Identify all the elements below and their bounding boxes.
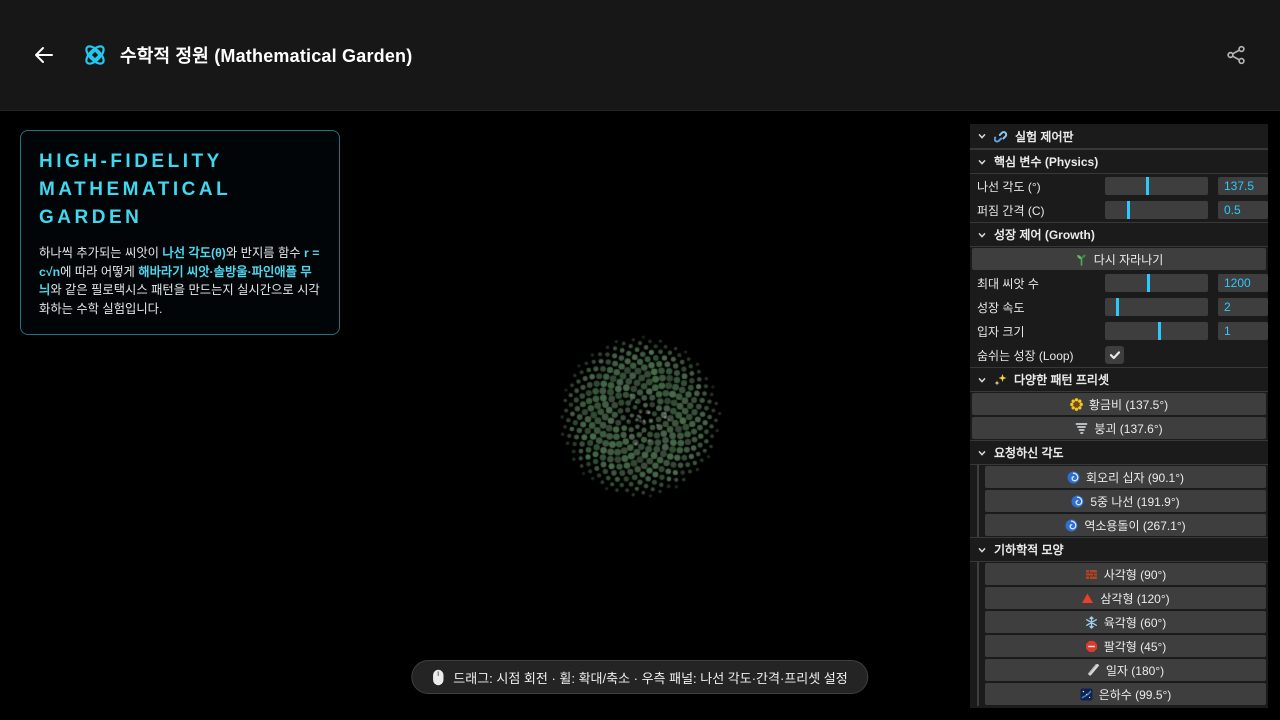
folder-growth-title: 성장 제어 (Growth) [994,226,1095,243]
brick-icon [1085,568,1098,581]
panel-root-header[interactable]: 실험 제어판 [970,124,1268,149]
sunflower-icon [1070,398,1083,411]
folder-requested-title: 요청하신 각도 [994,444,1064,461]
shape-octagon-button[interactable]: 팔각형 (45°) [985,635,1266,657]
spread-row: 퍼짐 간격 (C) 0.5 [970,198,1268,222]
growth-speed-slider[interactable] [1105,298,1208,316]
cyclone-icon [1067,471,1080,484]
folder-physics-header[interactable]: 핵심 변수 (Physics) [970,149,1268,174]
sparkles-icon [994,373,1007,386]
info-card-title: HIGH-FIDELITY MATHEMATICAL GARDEN [39,148,321,232]
growth-speed-label: 성장 속도 [977,299,1105,316]
page-title: 수학적 정원 (Mathematical Garden) [120,42,412,68]
max-seeds-row: 최대 씨앗 수 1200 [970,271,1268,295]
folder-shapes-header[interactable]: 기하학적 모양 [970,537,1268,562]
app-header: 수학적 정원 (Mathematical Garden) [0,0,1280,111]
mouse-icon [432,669,444,686]
spread-slider[interactable] [1105,201,1208,219]
spiral-angle-slider[interactable] [1105,177,1208,195]
loop-checkbox[interactable] [1105,346,1124,364]
chevron-down-icon [977,230,987,240]
preset-collapse-button[interactable]: 붕괴 (137.6°) [972,417,1266,439]
cyclone-icon [1071,495,1084,508]
chevron-down-icon [977,157,987,167]
folder-requested: 요청하신 각도 회오리 십자 (90.1°) 5중 나선 (191.9°) [970,440,1268,537]
hint-text: 드래그: 시점 회전 · 휠: 확대/축소 · 우측 패널: 나선 각도·간격·… [453,668,847,687]
folder-shapes: 기하학적 모양 사각형 (90°) 삼각형 (120°) [970,537,1268,706]
tornado-icon [1075,422,1088,435]
shape-square-button[interactable]: 사각형 (90°) [985,563,1266,585]
loop-label: 숨쉬는 성장 (Loop) [977,347,1105,364]
arrow-left-icon [32,43,56,67]
folder-presets: 다양한 패턴 프리셋 황금비 (137.5°) 붕괴 (137.6°) [970,367,1268,440]
folder-presets-title: 다양한 패턴 프리셋 [1014,371,1109,388]
particle-size-label: 입자 크기 [977,323,1105,340]
shape-galaxy-button[interactable]: 은하수 (99.5°) [985,683,1266,705]
angle-whirl-cross-button[interactable]: 회오리 십자 (90.1°) [985,466,1266,488]
chevron-down-icon [977,448,987,458]
preset-golden-button[interactable]: 황금비 (137.5°) [972,393,1266,415]
max-seeds-label: 최대 씨앗 수 [977,275,1105,292]
growth-speed-row: 성장 속도 2 [970,295,1268,319]
folder-requested-header[interactable]: 요청하신 각도 [970,440,1268,465]
spiral-angle-value[interactable]: 137.5 [1218,177,1268,195]
info-card-description: 하나씩 추가되는 씨앗이 나선 각도(θ)와 반지름 함수 r = c√n에 따… [39,244,321,318]
atom-logo-icon [82,42,108,68]
max-seeds-value[interactable]: 1200 [1218,274,1268,292]
chevron-down-icon [977,131,987,141]
particle-size-value[interactable]: 1 [1218,322,1268,340]
snowflake-icon [1085,616,1098,629]
octagon-icon [1085,640,1098,653]
folder-physics: 핵심 변수 (Physics) 나선 각도 (°) 137.5 퍼짐 간격 (C… [970,149,1268,222]
panel-root-title: 실험 제어판 [1015,128,1074,145]
triangle-icon [1081,592,1094,605]
loop-row: 숨쉬는 성장 (Loop) [970,343,1268,367]
seedling-icon [1075,253,1088,266]
spread-value[interactable]: 0.5 [1218,201,1268,219]
particle-size-row: 입자 크기 1 [970,319,1268,343]
folder-growth-header[interactable]: 성장 제어 (Growth) [970,222,1268,247]
regrow-button[interactable]: 다시 자라나기 [972,248,1266,270]
max-seeds-slider[interactable] [1105,274,1208,292]
angle-five-spiral-button[interactable]: 5중 나선 (191.9°) [985,490,1266,512]
chevron-down-icon [977,375,987,385]
growth-speed-value[interactable]: 2 [1218,298,1268,316]
hint-bar: 드래그: 시점 회전 · 휠: 확대/축소 · 우측 패널: 나선 각도·간격·… [411,660,868,694]
shape-hexagon-button[interactable]: 육각형 (60°) [985,611,1266,633]
share-button[interactable] [1218,37,1254,73]
folder-physics-title: 핵심 변수 (Physics) [994,153,1098,170]
link-icon [994,129,1008,143]
spiral-angle-label: 나선 각도 (°) [977,178,1105,195]
spiral-angle-row: 나선 각도 (°) 137.5 [970,174,1268,198]
folder-growth: 성장 제어 (Growth) 다시 자라나기 최대 씨앗 수 1200 성장 속… [970,222,1268,367]
share-icon [1225,44,1247,66]
folder-presets-header[interactable]: 다양한 패턴 프리셋 [970,367,1268,392]
ruler-icon [1087,664,1100,677]
check-icon [1109,349,1121,361]
galaxy-icon [1080,688,1093,701]
particle-size-slider[interactable] [1105,322,1208,340]
shape-triangle-button[interactable]: 삼각형 (120°) [985,587,1266,609]
spread-label: 퍼짐 간격 (C) [977,202,1105,219]
info-card: HIGH-FIDELITY MATHEMATICAL GARDEN 하나씩 추가… [20,130,340,335]
folder-shapes-title: 기하학적 모양 [994,541,1064,558]
shape-line-button[interactable]: 일자 (180°) [985,659,1266,681]
chevron-down-icon [977,545,987,555]
control-panel: 실험 제어판 핵심 변수 (Physics) 나선 각도 (°) 137.5 퍼… [970,124,1268,708]
cyclone-icon [1065,519,1078,532]
back-button[interactable] [26,37,62,73]
angle-reverse-vortex-button[interactable]: 역소용돌이 (267.1°) [985,514,1266,536]
